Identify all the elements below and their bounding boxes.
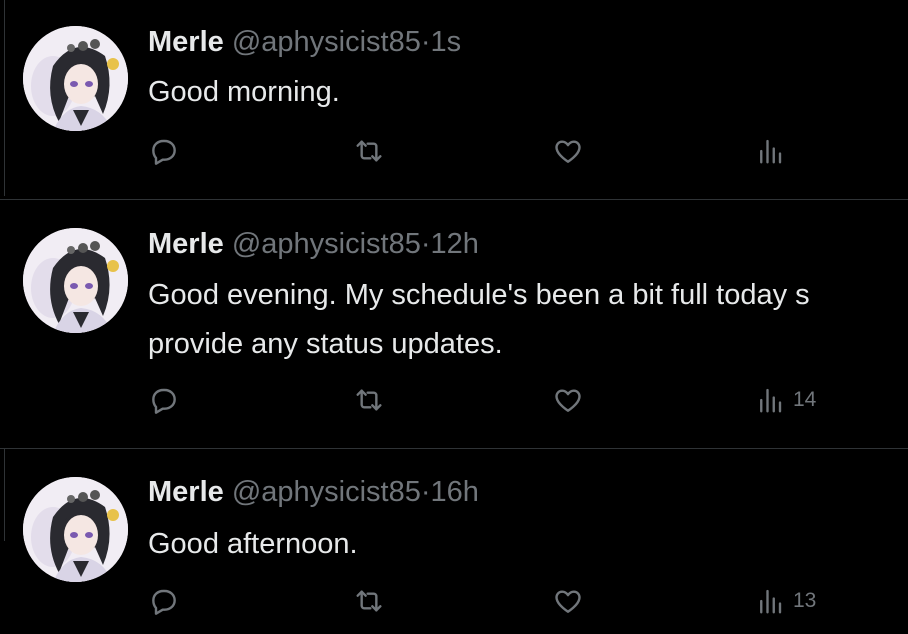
display-name[interactable]: Merle (148, 476, 224, 508)
like-button[interactable] (552, 581, 584, 621)
reply-button[interactable] (148, 131, 180, 171)
reply-button[interactable] (148, 581, 180, 621)
views-button[interactable]: 14 (755, 380, 816, 420)
like-icon (552, 384, 584, 416)
handle[interactable]: @aphysicist85 (232, 476, 421, 508)
avatar[interactable] (23, 228, 128, 333)
tweet-text: Good evening. My schedule's been a bit f… (148, 279, 810, 360)
retweet-icon (352, 384, 386, 416)
reply-button[interactable] (148, 380, 180, 420)
avatar[interactable] (23, 26, 128, 131)
timestamp[interactable]: 16h (431, 476, 479, 508)
tweet-actions: 13 (0, 581, 908, 621)
views-button[interactable]: 13 (755, 581, 816, 621)
separator: · (420, 228, 431, 260)
separator: · (420, 26, 431, 58)
tweet-header: Merle @aphysicist85·1s (148, 24, 461, 60)
tweet-header: Merle @aphysicist85·16h (148, 474, 479, 510)
timestamp[interactable]: 12h (431, 228, 479, 260)
retweet-button[interactable] (352, 581, 386, 621)
avatar[interactable] (23, 477, 128, 582)
reply-icon (148, 135, 180, 167)
views-count: 13 (793, 589, 817, 612)
separator: · (420, 476, 431, 508)
tweet[interactable]: Merle @aphysicist85·16h Good afternoon. (0, 449, 908, 634)
handle[interactable]: @aphysicist85 (232, 26, 421, 58)
views-icon (755, 135, 785, 167)
handle[interactable]: @aphysicist85 (232, 228, 421, 260)
retweet-icon (352, 135, 386, 167)
display-name[interactable]: Merle (148, 228, 224, 260)
tweet-actions: 14 (0, 380, 908, 420)
views-icon (755, 384, 785, 416)
like-button[interactable] (552, 380, 584, 420)
like-button[interactable] (552, 131, 584, 171)
tweet[interactable]: Merle @aphysicist85·12h Good evening. My… (0, 200, 908, 449)
tweet-text: Good afternoon. (148, 528, 358, 560)
reply-icon (148, 384, 180, 416)
tweet-header: Merle @aphysicist85·12h (148, 226, 479, 262)
reply-icon (148, 585, 180, 617)
views-count: 14 (793, 388, 817, 411)
tweet[interactable]: Merle @aphysicist85·1s Good morning. (0, 0, 908, 200)
tweet-actions (0, 131, 908, 171)
tweet-feed: Merle @aphysicist85·1s Good morning. Mer… (0, 0, 908, 634)
views-button[interactable] (755, 131, 793, 171)
views-icon (755, 585, 785, 617)
retweet-button[interactable] (352, 380, 386, 420)
retweet-icon (352, 585, 386, 617)
timestamp[interactable]: 1s (431, 26, 462, 58)
tweet-text: Good morning. (148, 76, 340, 108)
retweet-button[interactable] (352, 131, 386, 171)
like-icon (552, 585, 584, 617)
display-name[interactable]: Merle (148, 26, 224, 58)
like-icon (552, 135, 584, 167)
